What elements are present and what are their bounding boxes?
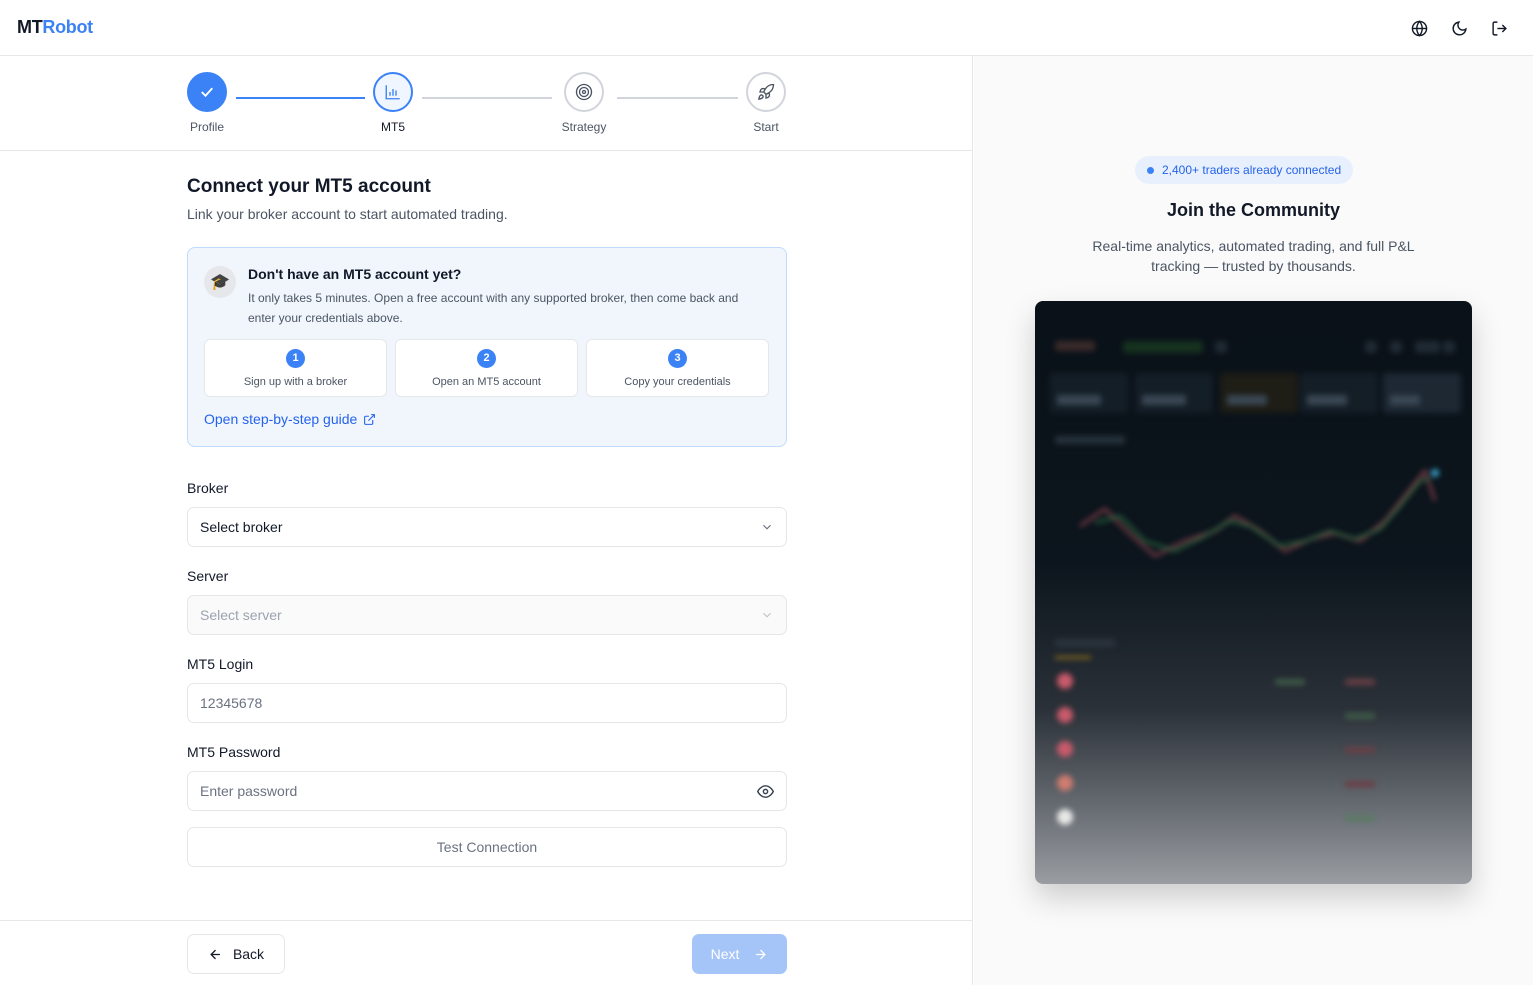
form-panel: Profile MT5 Strategy Start Connect your … (0, 56, 973, 985)
mt5-login-field-wrapper (187, 683, 787, 723)
page-title: Connect your MT5 account (187, 176, 431, 197)
help-step-label: Open an MT5 account (432, 376, 541, 388)
help-step-label: Copy your credentials (624, 376, 731, 388)
help-step-number: 2 (477, 349, 496, 368)
mt5-password-label: MT5 Password (187, 744, 281, 760)
step-profile[interactable]: Profile (167, 72, 247, 134)
dashboard-preview-image (1035, 301, 1472, 884)
broker-select[interactable]: Select broker (187, 507, 787, 547)
external-link-icon (364, 413, 376, 425)
server-select-value: Select server (200, 607, 282, 623)
next-button[interactable]: Next (692, 934, 787, 974)
mt5-login-input[interactable] (200, 695, 774, 711)
help-step-number: 3 (668, 349, 687, 368)
mt5-password-field-wrapper (187, 771, 787, 811)
traders-connected-badge: 2,400+ traders already connected (1135, 156, 1354, 184)
next-button-label: Next (710, 946, 740, 962)
chevron-down-icon (763, 524, 771, 530)
guide-link-label: Open step-by-step guide (204, 411, 358, 427)
test-connection-button[interactable]: Test Connection (187, 827, 787, 867)
connect-form: Connect your MT5 account Link your broke… (187, 176, 787, 447)
moon-icon[interactable] (1449, 18, 1469, 38)
step-strategy[interactable]: Strategy (544, 72, 624, 134)
server-label: Server (187, 568, 229, 584)
logout-icon[interactable] (1489, 18, 1509, 38)
broker-label: Broker (187, 480, 229, 496)
step-label: MT5 (381, 120, 405, 134)
no-account-help-card: 🎓 Don't have an MT5 account yet? It only… (187, 247, 787, 447)
community-panel: 2,400+ traders already connected Join th… (974, 56, 1533, 985)
step-by-step-guide-link[interactable]: Open step-by-step guide (204, 411, 376, 427)
help-step: 2 Open an MT5 account (395, 339, 578, 397)
arrow-right-icon (756, 949, 767, 959)
community-subtitle: Real-time analytics, automated trading, … (1092, 238, 1415, 274)
blurred-dashboard-illustration (1050, 341, 1461, 825)
back-button[interactable]: Back (187, 934, 285, 974)
help-step: 1 Sign up with a broker (204, 339, 387, 397)
help-step: 3 Copy your credentials (586, 339, 769, 397)
help-card-description: It only takes 5 minutes. Open a free acc… (248, 291, 739, 325)
step-mt5[interactable]: MT5 (353, 72, 433, 134)
page-subtitle: Link your broker account to start automa… (187, 206, 508, 222)
stepper-connector (617, 97, 738, 99)
form-footer: Back Next (0, 920, 973, 985)
stepper-connector (422, 97, 552, 99)
badge-text: 2,400+ traders already connected (1162, 163, 1342, 177)
step-label: Strategy (561, 120, 607, 134)
rocket-icon (746, 72, 786, 112)
status-dot (1147, 166, 1154, 174)
stepper-connector (236, 97, 365, 99)
top-bar: MTRobot (0, 0, 1533, 56)
mt5-password-input[interactable] (200, 783, 757, 799)
bar-chart-icon (373, 72, 413, 112)
onboarding-stepper: Profile MT5 Strategy Start (0, 56, 973, 151)
mt5-login-label: MT5 Login (187, 656, 254, 672)
logo-robot: Robot (42, 17, 93, 37)
step-label: Start (753, 120, 779, 134)
help-step-label: Sign up with a broker (243, 376, 348, 388)
globe-icon[interactable] (1409, 18, 1429, 38)
check-icon (187, 72, 227, 112)
back-button-label: Back (232, 946, 265, 962)
help-card-title: Don't have an MT5 account yet? (248, 266, 462, 282)
app-logo[interactable]: MTRobot (17, 17, 93, 38)
community-title: Join the Community (1166, 200, 1340, 220)
target-icon (564, 72, 604, 112)
help-step-number: 1 (286, 349, 305, 368)
chevron-down-icon (763, 612, 771, 618)
logo-mt: MT (17, 17, 43, 37)
step-start[interactable]: Start (726, 72, 806, 134)
graduation-cap-icon: 🎓 (204, 266, 236, 298)
step-label: Profile (189, 120, 224, 134)
broker-select-value: Select broker (200, 519, 283, 535)
eye-icon[interactable] (757, 783, 774, 800)
arrow-left-icon (210, 949, 220, 959)
server-select[interactable]: Select server (187, 595, 787, 635)
